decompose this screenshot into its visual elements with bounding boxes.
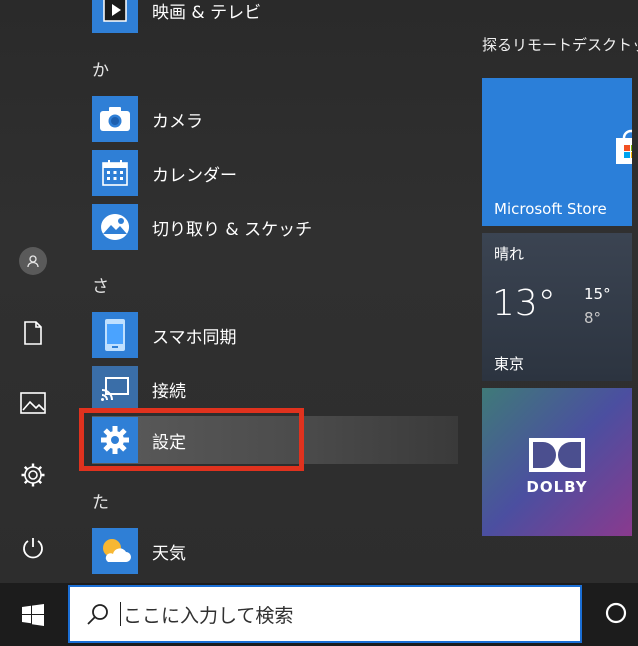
settings-rail-button[interactable] — [14, 456, 52, 494]
cortana-icon[interactable] — [604, 601, 628, 625]
app-item-camera[interactable]: カメラ — [92, 95, 458, 143]
power-button[interactable] — [14, 529, 52, 567]
search-box[interactable]: ここに入力して検索 — [68, 585, 582, 643]
weather-temperature: 13° — [492, 283, 556, 324]
search-icon — [87, 604, 108, 625]
app-label: 接続 — [152, 381, 186, 402]
app-item-movies-tv[interactable]: 映画 & テレビ — [92, 0, 458, 34]
calendar-icon — [92, 150, 138, 196]
app-item-weather[interactable]: 天気 — [92, 527, 458, 575]
user-icon — [19, 247, 47, 275]
tile-dolby[interactable]: DOLBY — [482, 388, 632, 536]
store-bag-icon — [610, 128, 632, 164]
app-item-snip-sketch[interactable]: 切り取り & スケッチ — [92, 203, 458, 251]
user-account-button[interactable] — [14, 242, 52, 280]
app-label: カレンダー — [152, 165, 237, 186]
connect-icon — [92, 366, 138, 412]
start-menu-rail — [0, 0, 66, 583]
weather-low: 8° — [584, 309, 602, 327]
app-item-calendar[interactable]: カレンダー — [92, 149, 458, 197]
app-list: 映画 & テレビ か カメラ カレンダー 切り取り & スケッチ さ スマホ同期… — [78, 0, 458, 583]
app-label: 切り取り & スケッチ — [152, 219, 313, 240]
weather-icon — [92, 528, 138, 574]
weather-city: 東京 — [494, 355, 525, 373]
document-icon — [24, 321, 42, 345]
section-letter-ta[interactable]: た — [92, 488, 109, 513]
dolby-wordmark: DOLBY — [526, 478, 588, 496]
documents-button[interactable] — [14, 314, 52, 352]
pictures-button[interactable] — [14, 384, 52, 422]
tile-label: Microsoft Store — [494, 200, 607, 218]
power-icon — [23, 538, 43, 559]
tile-weather[interactable]: 晴れ 13° 15° 8° 東京 — [482, 233, 632, 381]
app-label: 天気 — [152, 543, 186, 564]
app-label: スマホ同期 — [152, 327, 237, 348]
start-menu: 映画 & テレビ か カメラ カレンダー 切り取り & スケッチ さ スマホ同期… — [0, 0, 638, 583]
app-item-connect[interactable]: 接続 — [92, 365, 458, 413]
camera-icon — [92, 96, 138, 142]
section-letter-sa[interactable]: さ — [92, 272, 109, 297]
text-caret — [120, 602, 121, 626]
windows-logo-icon — [22, 603, 44, 626]
app-item-settings[interactable]: 設定 — [92, 416, 458, 464]
app-label: カメラ — [152, 111, 203, 132]
tile-group-header[interactable]: 探るリモートデスクトップ — [482, 34, 638, 55]
start-button[interactable] — [0, 583, 66, 646]
weather-high: 15° — [584, 285, 611, 303]
dolby-logo-icon — [529, 438, 585, 472]
snip-sketch-icon — [92, 204, 138, 250]
app-item-phone-link[interactable]: スマホ同期 — [92, 311, 458, 359]
weather-condition: 晴れ — [494, 245, 525, 263]
gear-icon — [92, 417, 138, 463]
tile-microsoft-store[interactable]: Microsoft Store — [482, 78, 632, 226]
film-tv-icon — [92, 0, 138, 33]
taskbar: ここに入力して検索 — [0, 583, 638, 646]
phone-link-icon — [92, 312, 138, 358]
app-label: 映画 & テレビ — [152, 2, 262, 23]
settings-gear-icon — [21, 463, 45, 487]
app-label: 設定 — [152, 432, 186, 453]
pictures-icon — [20, 392, 46, 414]
search-placeholder: ここに入力して検索 — [123, 604, 294, 627]
section-letter-ka[interactable]: か — [92, 56, 109, 81]
